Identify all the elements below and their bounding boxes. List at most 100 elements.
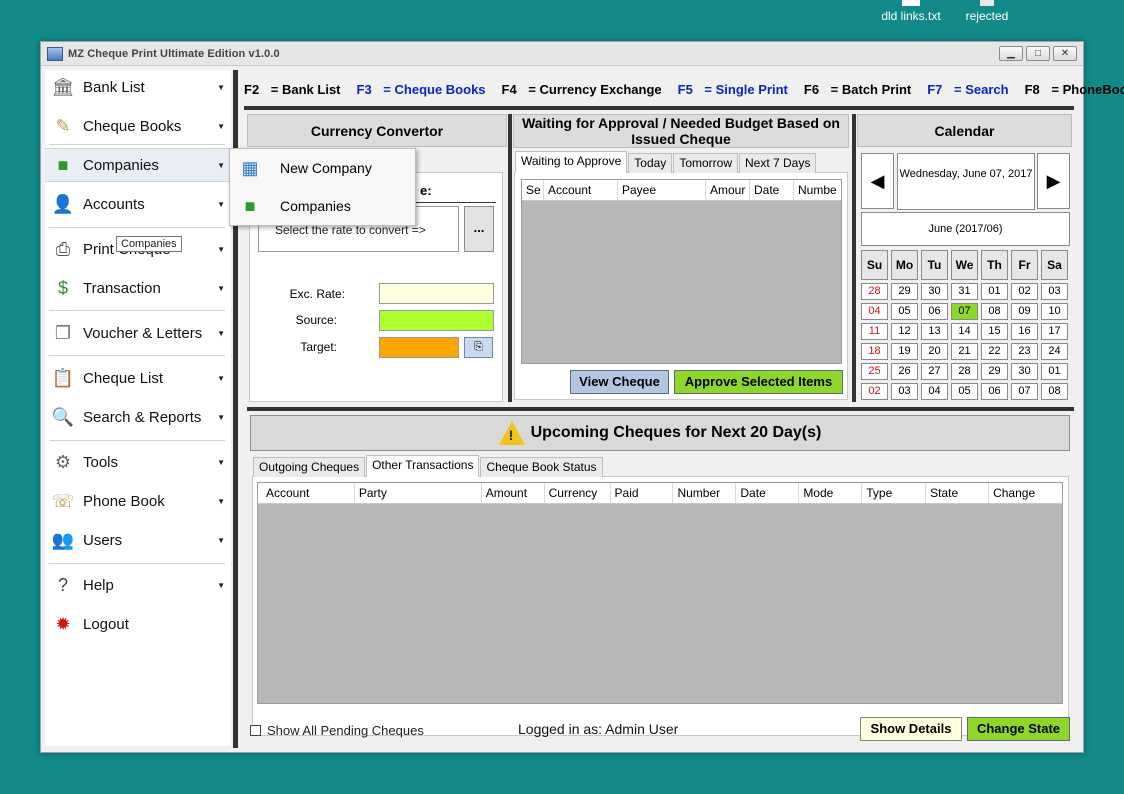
calendar-day[interactable]: 02 bbox=[861, 383, 888, 400]
calendar-day[interactable]: 03 bbox=[1041, 283, 1068, 300]
calendar-day[interactable]: 03 bbox=[891, 383, 918, 400]
calendar-day[interactable]: 21 bbox=[951, 343, 978, 360]
sidebar-item-companies[interactable]: ■ Companies ▼ bbox=[45, 148, 231, 182]
calendar-prev-button[interactable]: ◀ bbox=[861, 153, 894, 209]
tab-next-7-days[interactable]: Next 7 Days bbox=[739, 153, 817, 173]
sidebar-item-tools[interactable]: ⚙ Tools ▼ bbox=[45, 445, 231, 479]
calendar-day[interactable]: 02 bbox=[1011, 283, 1038, 300]
title-bar[interactable]: MZ Cheque Print Ultimate Edition v1.0.0 … bbox=[41, 42, 1083, 66]
calendar-day[interactable]: 04 bbox=[861, 303, 888, 320]
calendar-day[interactable]: 22 bbox=[981, 343, 1008, 360]
calendar-day[interactable]: 20 bbox=[921, 343, 948, 360]
checkbox-box[interactable] bbox=[250, 725, 261, 736]
copy-icon[interactable]: ⎘ bbox=[464, 337, 493, 358]
sidebar-item-accounts[interactable]: 👤 Accounts ▼ bbox=[45, 187, 231, 221]
shortcut-bank-list[interactable]: F2 = Bank List bbox=[244, 82, 349, 97]
calendar-day[interactable]: 10 bbox=[1041, 303, 1068, 320]
calendar-day[interactable]: 28 bbox=[861, 283, 888, 300]
show-details-button[interactable]: Show Details bbox=[860, 717, 962, 741]
menu-item-new-company[interactable]: ▦ New Company bbox=[230, 149, 415, 187]
sidebar-item-logout[interactable]: ✹ Logout bbox=[45, 607, 231, 641]
source-field[interactable] bbox=[379, 310, 494, 331]
calendar-day[interactable]: 28 bbox=[951, 363, 978, 380]
sidebar-item-voucher-letters[interactable]: ❐ Voucher & Letters ▼ bbox=[45, 316, 231, 350]
tab-cheque-book-status[interactable]: Cheque Book Status bbox=[480, 457, 603, 477]
sidebar-item-transaction[interactable]: $ Transaction ▼ bbox=[45, 271, 231, 305]
column-header[interactable]: Numbe bbox=[794, 180, 840, 200]
column-header[interactable]: Account bbox=[258, 483, 355, 503]
calendar-day[interactable]: 12 bbox=[891, 323, 918, 340]
calendar-day[interactable]: 29 bbox=[891, 283, 918, 300]
sidebar-item-users[interactable]: 👥 Users ▼ bbox=[45, 523, 231, 557]
column-header[interactable]: Type bbox=[862, 483, 927, 503]
column-header[interactable]: Party bbox=[355, 483, 482, 503]
approval-grid[interactable]: Se Account Payee Amour Date Numbe bbox=[521, 179, 842, 364]
rate-browse-button[interactable]: ... bbox=[464, 206, 494, 252]
column-header[interactable]: Mode bbox=[799, 483, 863, 503]
calendar-day[interactable]: 23 bbox=[1011, 343, 1038, 360]
maximize-button[interactable]: □ bbox=[1026, 46, 1050, 61]
calendar-day[interactable]: 17 bbox=[1041, 323, 1068, 340]
calendar-day[interactable]: 08 bbox=[1041, 383, 1068, 400]
tab-outgoing-cheques[interactable]: Outgoing Cheques bbox=[253, 457, 366, 477]
sidebar-item-cheque-books[interactable]: ✎ Cheque Books ▼ bbox=[45, 109, 231, 143]
calendar-day[interactable]: 18 bbox=[861, 343, 888, 360]
change-state-button[interactable]: Change State bbox=[967, 717, 1070, 741]
calendar-next-button[interactable]: ▶ bbox=[1037, 153, 1070, 209]
view-cheque-button[interactable]: View Cheque bbox=[570, 370, 669, 394]
sidebar-item-cheque-list[interactable]: 📋 Cheque List ▼ bbox=[45, 361, 231, 395]
shortcut-single-print[interactable]: F5 = Single Print bbox=[678, 82, 796, 97]
column-header[interactable]: Date bbox=[736, 483, 800, 503]
sidebar-item-search-reports[interactable]: 🔍 Search & Reports ▼ bbox=[45, 400, 231, 434]
minimize-button[interactable]: ▁ bbox=[999, 46, 1023, 61]
column-header[interactable]: State bbox=[926, 483, 990, 503]
calendar-day[interactable]: 08 bbox=[981, 303, 1008, 320]
calendar-day[interactable]: 19 bbox=[891, 343, 918, 360]
calendar-day[interactable]: 13 bbox=[921, 323, 948, 340]
calendar-day[interactable]: 05 bbox=[891, 303, 918, 320]
shortcut-batch-print[interactable]: F6 = Batch Print bbox=[804, 82, 919, 97]
tab-tomorrow[interactable]: Tomorrow bbox=[673, 153, 738, 173]
sidebar-item-bank-list[interactable]: 🏛 Bank List ▼ bbox=[45, 70, 231, 104]
column-header[interactable]: Payee bbox=[618, 180, 706, 200]
desktop-icon-dld-links[interactable]: dld links.txt bbox=[871, 0, 951, 23]
show-all-pending-checkbox[interactable]: Show All Pending Cheques bbox=[250, 723, 424, 738]
calendar-day[interactable]: 31 bbox=[951, 283, 978, 300]
calendar-day[interactable]: 25 bbox=[861, 363, 888, 380]
close-button[interactable]: ✕ bbox=[1053, 46, 1077, 61]
calendar-day[interactable]: 11 bbox=[861, 323, 888, 340]
calendar-day[interactable]: 27 bbox=[921, 363, 948, 380]
column-header[interactable]: Amount bbox=[482, 483, 545, 503]
sidebar-item-help[interactable]: ? Help ▼ bbox=[45, 568, 231, 602]
shortcut-search[interactable]: F7 = Search bbox=[927, 82, 1016, 97]
calendar-day[interactable]: 01 bbox=[981, 283, 1008, 300]
tab-waiting-to-approve[interactable]: Waiting to Approve bbox=[515, 151, 628, 173]
calendar-day[interactable]: 07 bbox=[1011, 383, 1038, 400]
calendar-day[interactable]: 30 bbox=[921, 283, 948, 300]
calendar-day[interactable]: 01 bbox=[1041, 363, 1068, 380]
column-header[interactable]: Change bbox=[989, 483, 1062, 503]
shortcut-phonebook[interactable]: F8 = PhoneBook bbox=[1025, 82, 1124, 97]
calendar-day[interactable]: 24 bbox=[1041, 343, 1068, 360]
sidebar-item-phone-book[interactable]: ☏ Phone Book ▼ bbox=[45, 484, 231, 518]
column-header[interactable]: Account bbox=[544, 180, 618, 200]
column-header[interactable]: Currency bbox=[545, 483, 611, 503]
target-field[interactable] bbox=[379, 337, 459, 358]
calendar-day[interactable]: 06 bbox=[921, 303, 948, 320]
desktop-icon-rejected[interactable]: rejected bbox=[947, 0, 1027, 23]
exc-rate-field[interactable] bbox=[379, 283, 494, 304]
calendar-day[interactable]: 09 bbox=[1011, 303, 1038, 320]
calendar-day[interactable]: 06 bbox=[981, 383, 1008, 400]
shortcut-currency-exchange[interactable]: F4 = Currency Exchange bbox=[502, 82, 670, 97]
calendar-day[interactable]: 04 bbox=[921, 383, 948, 400]
calendar-day[interactable]: 30 bbox=[1011, 363, 1038, 380]
calendar-day[interactable]: 26 bbox=[891, 363, 918, 380]
column-header[interactable]: Date bbox=[750, 180, 794, 200]
calendar-day[interactable]: 14 bbox=[951, 323, 978, 340]
column-header[interactable]: Number bbox=[673, 483, 737, 503]
shortcut-cheque-books[interactable]: F3 = Cheque Books bbox=[357, 82, 494, 97]
tab-today[interactable]: Today bbox=[628, 153, 673, 173]
calendar-day[interactable]: 16 bbox=[1011, 323, 1038, 340]
calendar-day[interactable]: 05 bbox=[951, 383, 978, 400]
column-header[interactable]: Amour bbox=[706, 180, 750, 200]
